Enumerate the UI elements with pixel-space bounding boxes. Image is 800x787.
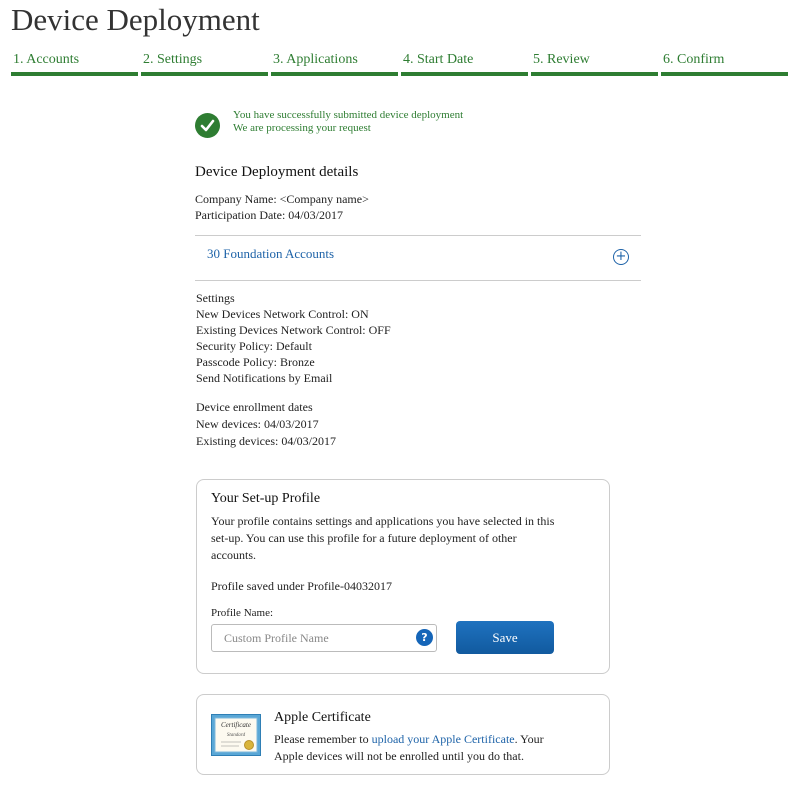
setup-profile-card: Your Set-up Profile Your profile contain…	[196, 479, 610, 674]
profile-description-line: set-up. You can use this profile for a f…	[211, 531, 517, 545]
apple-certificate-card: Certificate Standard Apple Certificate P…	[196, 694, 610, 775]
step-confirm[interactable]: 6. Confirm	[661, 52, 788, 76]
step-start-date[interactable]: 4. Start Date	[401, 52, 528, 76]
certificate-text-before: Please remember to	[274, 732, 372, 746]
help-question-icon[interactable]: ?	[416, 629, 433, 646]
setting-item: Existing Devices Network Control: OFF	[196, 323, 391, 337]
certificate-icon: Certificate Standard	[211, 714, 261, 756]
profile-name-input[interactable]	[211, 624, 437, 652]
save-button[interactable]: Save	[456, 621, 554, 654]
new-devices-date: New devices: 04/03/2017	[196, 417, 319, 431]
certificate-image-title: Certificate	[221, 721, 251, 729]
company-name: Company Name: <Company name>	[195, 192, 369, 206]
setting-item: Security Policy: Default	[196, 339, 312, 353]
accordion-label[interactable]: 30 Foundation Accounts	[207, 246, 334, 262]
certificate-text-after: . Your	[514, 732, 544, 746]
certificate-text-line2: Apple devices will not be enrolled until…	[274, 749, 524, 763]
profile-title: Your Set-up Profile	[211, 491, 321, 506]
profile-description-line: Your profile contains settings and appli…	[211, 514, 555, 528]
certificate-image-sub: Standard	[227, 733, 246, 738]
certificate-title: Apple Certificate	[274, 710, 371, 725]
profile-description: Your profile contains settings and appli…	[211, 513, 554, 564]
success-line-2: We are processing your request	[233, 122, 371, 134]
setting-item: Send Notifications by Email	[196, 371, 333, 385]
existing-devices-date: Existing devices: 04/03/2017	[196, 434, 336, 448]
step-accounts[interactable]: 1. Accounts	[11, 52, 138, 76]
settings-heading: Settings	[196, 291, 235, 305]
profile-name-label: Profile Name:	[211, 607, 274, 619]
wizard-steps: 1. Accounts 2. Settings 3. Applications …	[11, 52, 791, 76]
upload-certificate-link[interactable]: upload your Apple Certificate	[372, 732, 515, 746]
participation-date: Participation Date: 04/03/2017	[195, 208, 343, 222]
step-applications[interactable]: 3. Applications	[271, 52, 398, 76]
success-text: You have successfully submitted device d…	[233, 109, 463, 135]
setting-item: Passcode Policy: Bronze	[196, 355, 315, 369]
page-title: Device Deployment	[11, 2, 260, 37]
foundation-accounts-accordion[interactable]: 30 Foundation Accounts +	[195, 235, 641, 281]
enrollment-heading: Device enrollment dates	[196, 400, 313, 414]
profile-saved-text: Profile saved under Profile-04032017	[211, 579, 392, 593]
check-icon	[195, 113, 220, 138]
success-message: You have successfully submitted device d…	[195, 106, 645, 142]
certificate-text-line1: Please remember to upload your Apple Cer…	[274, 731, 544, 748]
step-settings[interactable]: 2. Settings	[141, 52, 268, 76]
expand-plus-icon[interactable]: +	[613, 249, 629, 265]
profile-description-line: accounts.	[211, 548, 256, 562]
certificate-text: Please remember to upload your Apple Cer…	[274, 731, 544, 765]
setting-item: New Devices Network Control: ON	[196, 307, 369, 321]
success-line-1: You have successfully submitted device d…	[233, 109, 464, 121]
details-title: Device Deployment details	[195, 164, 359, 180]
step-review[interactable]: 5. Review	[531, 52, 658, 76]
